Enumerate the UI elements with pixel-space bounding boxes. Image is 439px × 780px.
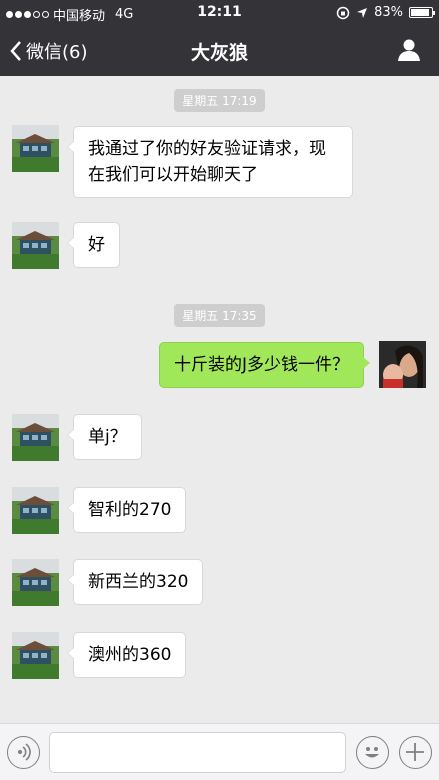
top-bar: 中国移动 4G 12:11 83% 微信(6) 大灰狼 [0, 0, 439, 76]
message-text: 十斤装的J多少钱一件？ [173, 355, 349, 375]
battery-percent: 83% [374, 5, 403, 20]
nav-bar: 微信(6) 大灰狼 [0, 26, 439, 76]
time-separator: 星期五 17:19 [0, 89, 439, 112]
message-input[interactable] [49, 732, 346, 773]
lock-rotation-icon [336, 6, 350, 19]
incoming-message[interactable]: 单j？ [67, 414, 142, 460]
person-icon[interactable] [397, 38, 421, 62]
outgoing-message[interactable]: 十斤装的J多少钱一件？ [158, 342, 371, 388]
incoming-message[interactable]: 澳州的360 [66, 632, 187, 678]
incoming-message[interactable]: 智利的270 [66, 487, 187, 533]
emoji-icon [365, 747, 379, 758]
message-text: 我通过了你的好友验证请求，现在我们可以开始聊天了 [88, 139, 326, 185]
input-bar [0, 723, 439, 780]
battery-icon [409, 7, 435, 18]
time-separator-label: 星期五 17:35 [174, 304, 265, 327]
message-text: 澳州的360 [88, 645, 172, 665]
contact-avatar[interactable] [12, 487, 59, 534]
contact-avatar[interactable] [12, 414, 59, 461]
message-text: 新西兰的320 [88, 572, 189, 592]
message-text: 单j？ [88, 427, 127, 447]
emoji-button[interactable] [356, 736, 389, 769]
time-separator: 星期五 17:35 [0, 304, 439, 327]
incoming-message[interactable]: 新西兰的320 [66, 559, 204, 605]
status-bar: 中国移动 4G 12:11 83% [0, 0, 439, 26]
incoming-message[interactable]: 好 [67, 222, 120, 268]
message-text: 智利的270 [88, 500, 172, 520]
plus-icon [406, 743, 424, 761]
contact-avatar[interactable] [12, 559, 59, 606]
contact-avatar[interactable] [12, 222, 59, 269]
voice-icon [18, 743, 31, 761]
location-arrow-icon [357, 7, 368, 18]
incoming-message[interactable]: 我通过了你的好友验证请求，现在我们可以开始聊天了 [67, 126, 353, 198]
time-separator-label: 星期五 17:19 [174, 89, 265, 112]
more-button[interactable] [399, 736, 432, 769]
contact-avatar[interactable] [12, 125, 59, 172]
chat-title: 大灰狼 [190, 42, 248, 64]
voice-button[interactable] [7, 736, 40, 769]
contact-avatar[interactable] [12, 632, 59, 679]
message-text: 好 [88, 235, 105, 255]
status-right: 83% [336, 5, 435, 20]
self-avatar[interactable] [379, 341, 426, 388]
